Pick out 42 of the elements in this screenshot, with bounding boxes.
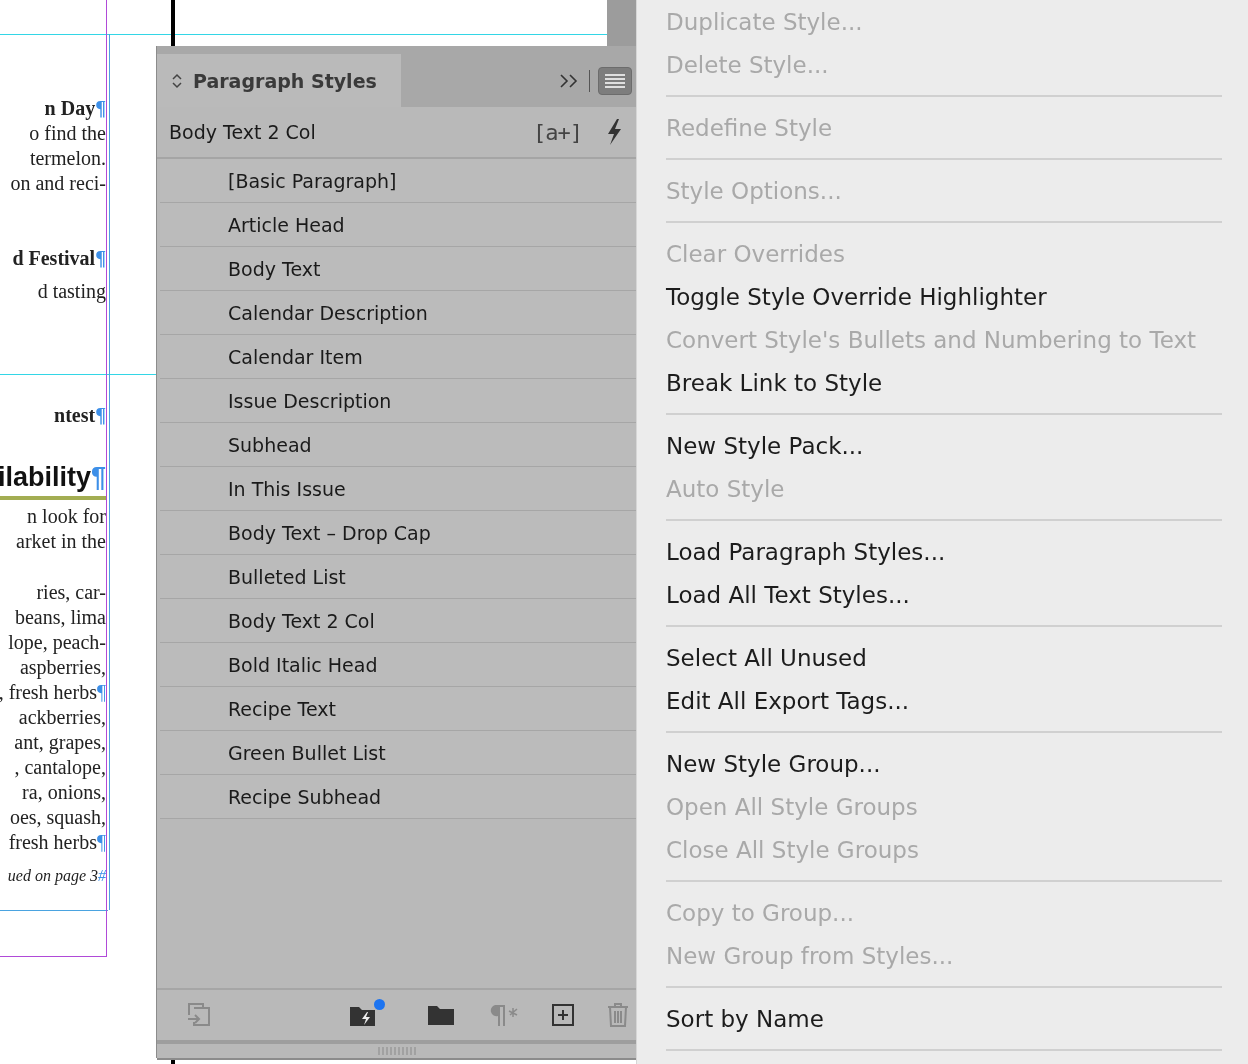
document-text-line: , fresh herbs¶ bbox=[0, 680, 106, 705]
menu-item[interactable]: New Style Pack... bbox=[666, 424, 1222, 467]
override-indicator: [a+] bbox=[533, 119, 582, 145]
document-text-line: d tasting bbox=[37, 279, 106, 304]
menu-item[interactable]: Toggle Style Override Highlighter bbox=[666, 275, 1222, 318]
trash-icon bbox=[607, 1002, 629, 1028]
document-text-line: lope, peach- bbox=[8, 630, 106, 655]
document-text-line: beans, lima bbox=[14, 605, 106, 630]
document-text-line: termelon. bbox=[29, 146, 106, 171]
menu-item[interactable]: Sort by Name bbox=[666, 997, 1222, 1040]
document-text-line: fresh herbs¶ bbox=[8, 830, 106, 855]
current-style-name: Body Text 2 Col bbox=[169, 121, 317, 143]
document-text-line: d Festival¶ bbox=[12, 246, 106, 271]
panel-tab[interactable]: Paragraph Styles bbox=[157, 54, 401, 107]
menu-item[interactable]: Load All Text Styles... bbox=[666, 573, 1222, 616]
resize-grip-icon[interactable] bbox=[376, 1047, 417, 1055]
menu-icon bbox=[604, 73, 626, 88]
new-style-icon bbox=[551, 1003, 575, 1027]
document-heading: ilability¶ bbox=[0, 458, 106, 500]
menu-item[interactable]: Break Link to Style bbox=[666, 361, 1222, 404]
document-text-line: oes, squash, bbox=[9, 805, 106, 830]
document-text-line: n Day¶ bbox=[44, 96, 106, 121]
folder-icon bbox=[427, 1004, 455, 1026]
document-text-line: ant, grapes, bbox=[14, 730, 106, 755]
document-text-line: aspberries, bbox=[19, 655, 106, 680]
load-styles-icon bbox=[185, 1001, 213, 1029]
document-text-line: ries, car- bbox=[36, 580, 106, 605]
menu-item[interactable]: Select All Unused bbox=[666, 636, 1222, 679]
document-text-line: o find the bbox=[29, 121, 106, 146]
document-text-line: ra, onions, bbox=[22, 780, 106, 805]
expand-collapse-icon[interactable] bbox=[171, 71, 183, 90]
document-text-line: n look for bbox=[27, 504, 106, 529]
menu-item[interactable]: New Style Group... bbox=[666, 742, 1222, 785]
document-text-line: ued on page 3# bbox=[7, 866, 106, 887]
document-text-line: , cantalope, bbox=[14, 755, 106, 780]
document-text-line: ackberries, bbox=[18, 705, 106, 730]
document-text-line: on and reci- bbox=[10, 171, 106, 196]
document-text-line: arket in the bbox=[16, 529, 106, 554]
document-text-line: ntest¶ bbox=[54, 403, 106, 428]
menu-item[interactable]: Load Paragraph Styles... bbox=[666, 530, 1222, 573]
menu-item[interactable]: Edit All Export Tags... bbox=[666, 679, 1222, 722]
panel-menu-button[interactable] bbox=[598, 66, 632, 95]
